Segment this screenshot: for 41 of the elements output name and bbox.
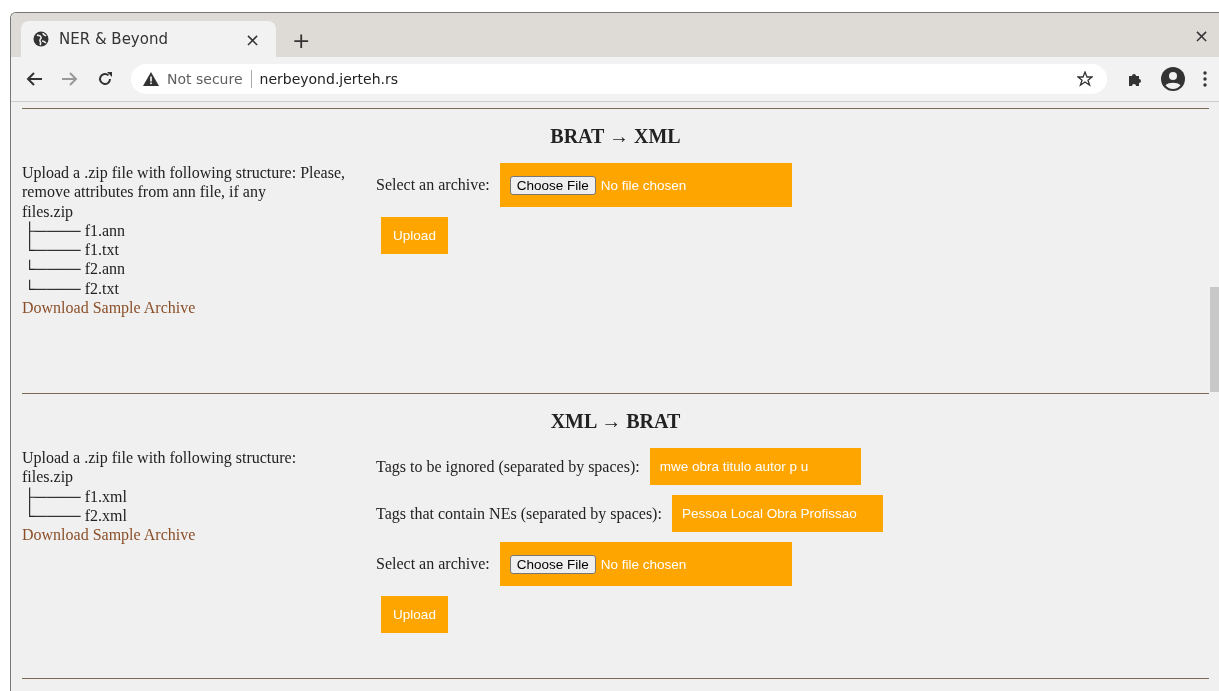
reload-icon[interactable] bbox=[97, 71, 113, 87]
scrollbar-thumb[interactable] bbox=[1210, 287, 1219, 392]
field-label: Select an archive: bbox=[376, 555, 490, 573]
back-icon[interactable] bbox=[25, 71, 43, 87]
tab-title: NER & Beyond bbox=[59, 30, 169, 48]
tree-root: files.zip bbox=[22, 467, 74, 486]
tree-root: files.zip bbox=[22, 201, 74, 221]
field-label: Tags to be ignored (separated by spaces): bbox=[376, 457, 640, 476]
browser-tab[interactable]: NER & Beyond × bbox=[21, 21, 276, 57]
choose-file-button[interactable]: Choose File bbox=[509, 175, 596, 195]
field-label: Tags that contain NEs (separated by spaces): bbox=[376, 504, 662, 523]
download-link[interactable]: Download Sample Archive bbox=[22, 526, 196, 544]
star-icon[interactable] bbox=[1077, 71, 1093, 87]
tree-item: └──── f1.txt bbox=[23, 240, 120, 259]
tree-item: ├──── f1.xml bbox=[24, 486, 128, 506]
download-link[interactable]: Download Sample Archive bbox=[22, 299, 196, 317]
menu-icon[interactable] bbox=[1203, 71, 1207, 87]
field-label: Select an archive: bbox=[376, 176, 490, 194]
security-label: Not secure bbox=[167, 71, 243, 87]
tree-item: └──── f2.txt bbox=[23, 278, 120, 299]
url-text: nerbeyond.jerteh.rs bbox=[259, 71, 399, 87]
tree-item: └──── f2.xml bbox=[23, 506, 128, 526]
close-window-button[interactable]: × bbox=[1189, 24, 1213, 46]
globe-icon bbox=[33, 31, 49, 47]
profile-icon[interactable] bbox=[1161, 67, 1185, 91]
close-tab-button[interactable]: × bbox=[240, 28, 264, 50]
tree-item: └──── f2.ann bbox=[23, 259, 127, 279]
section-heading: BRAT → XML bbox=[549, 124, 682, 148]
description-text: Upload a .zip file with following structure: bbox=[22, 448, 298, 468]
warning-icon bbox=[143, 72, 159, 86]
new-tab-button[interactable]: + bbox=[288, 28, 315, 53]
file-status: No file chosen bbox=[600, 556, 687, 572]
section-heading: XML → BRAT bbox=[549, 409, 682, 433]
tree-item: ├──── f1.ann bbox=[24, 220, 127, 241]
file-input[interactable]: Choose File No file chosen bbox=[499, 163, 792, 207]
file-status: No file chosen bbox=[600, 177, 687, 193]
choose-file-button[interactable]: Choose File bbox=[509, 554, 596, 574]
forward-icon[interactable] bbox=[61, 71, 79, 87]
address-bar[interactable]: Not secure nerbeyond.jerteh.rs bbox=[131, 64, 1107, 94]
file-input[interactable]: Choose File No file chosen bbox=[499, 542, 792, 586]
puzzle-icon[interactable] bbox=[1127, 71, 1143, 87]
